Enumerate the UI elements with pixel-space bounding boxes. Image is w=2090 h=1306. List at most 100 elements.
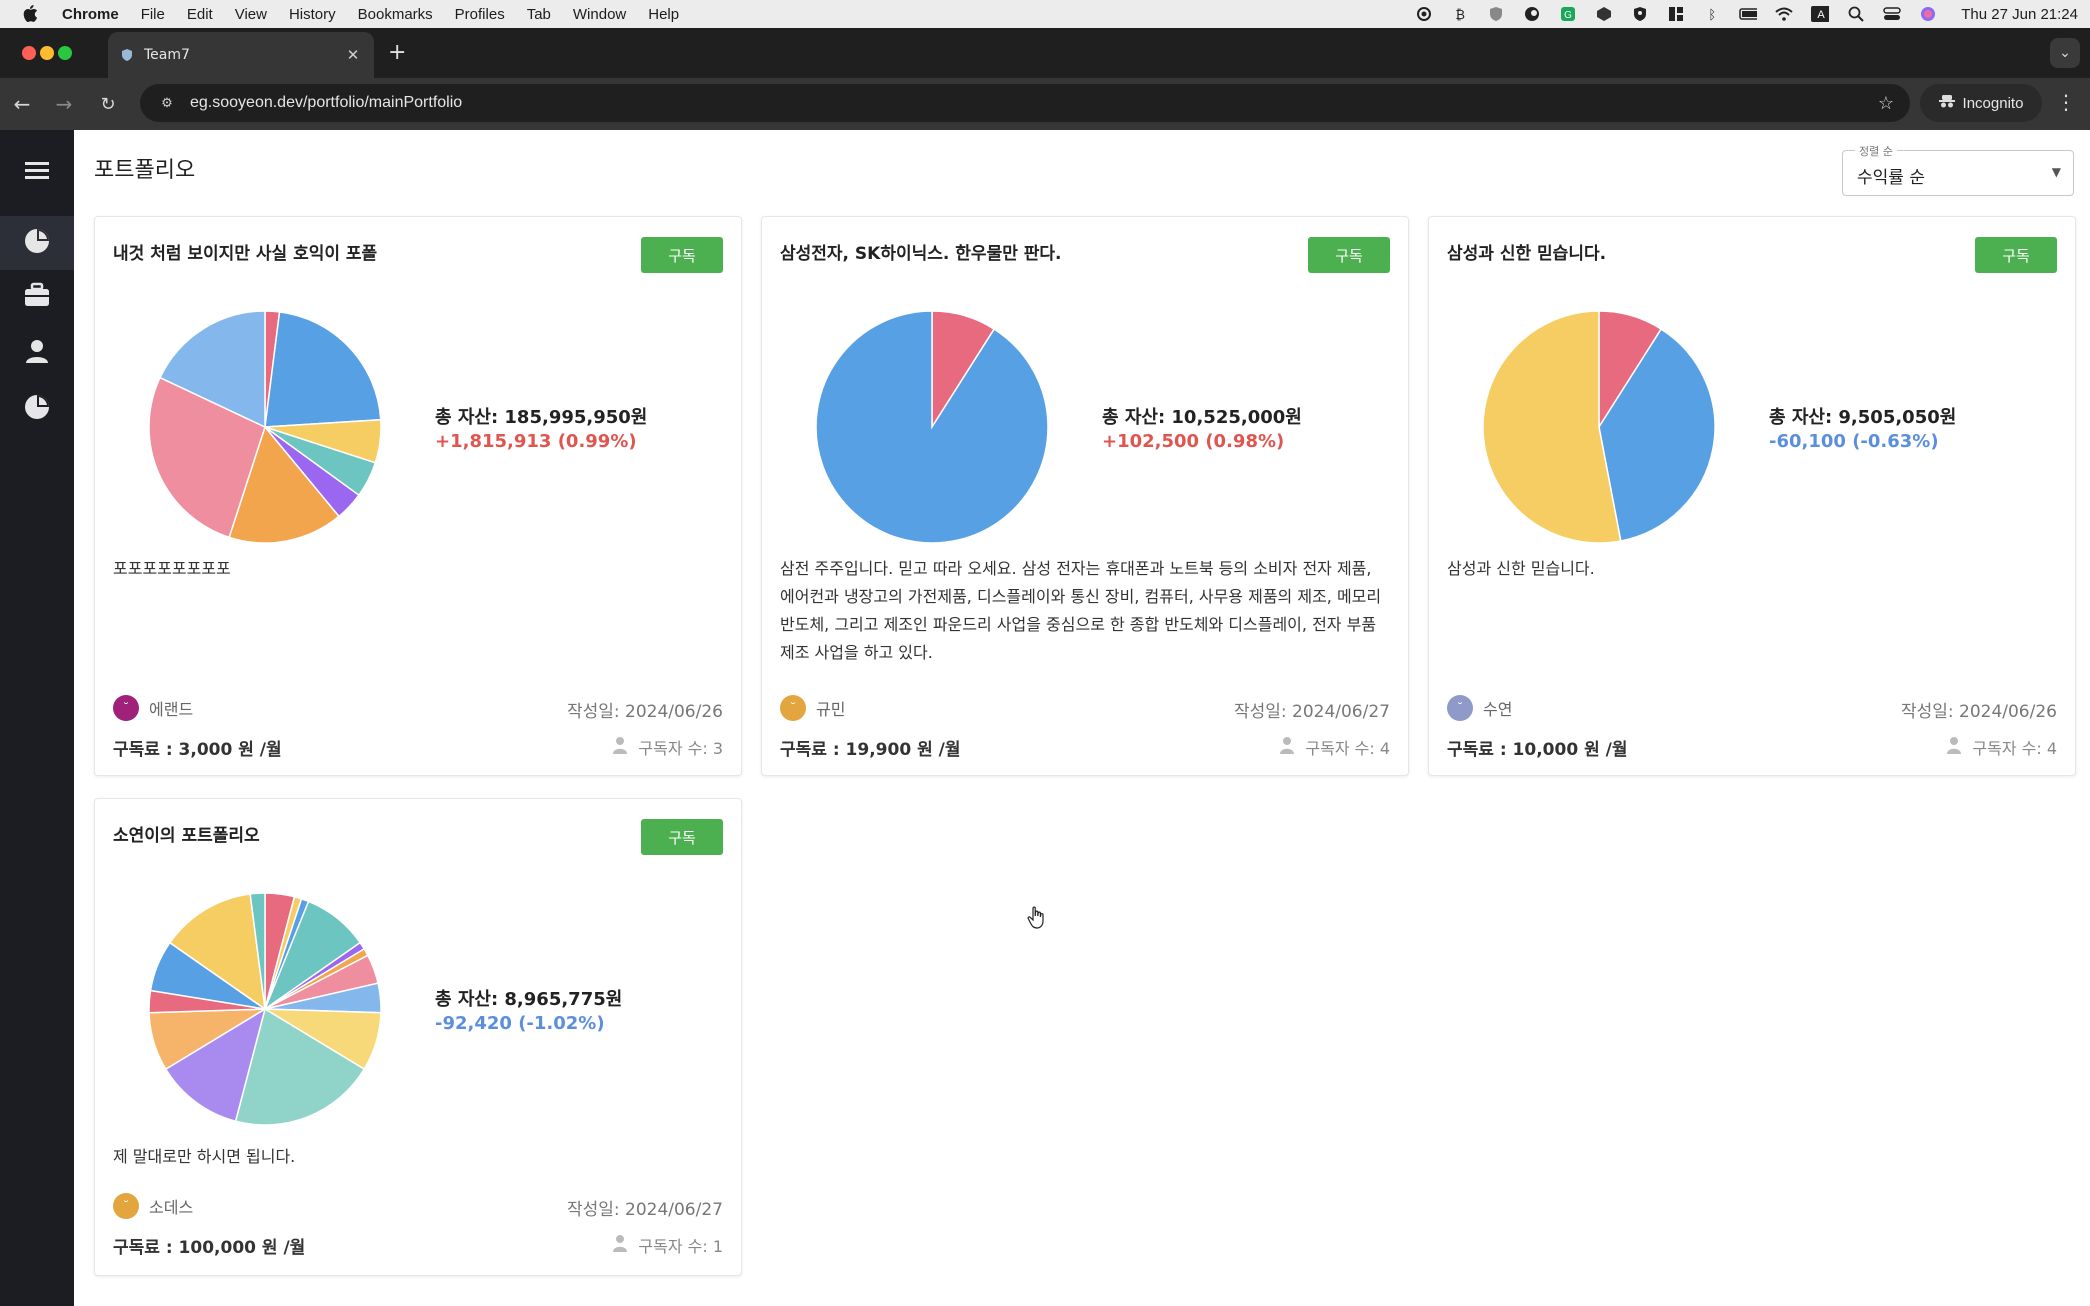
hand-cursor-icon [1027,906,1044,929]
hamburger-menu-icon[interactable] [22,155,52,185]
control-center-icon[interactable] [1883,6,1901,22]
subscribe-button[interactable]: 구독 [641,237,723,273]
subscriber-count: 구독자 수: 4 [1946,735,2057,759]
person-icon [1279,736,1295,758]
portfolio-card[interactable]: 삼성과 신한 믿습니다. 구독 총 자산: 9,505,050원 -60,100… [1428,216,2076,776]
status-area: ₿ G ᛒ A Thu 27 Jun 21:24 [1415,0,2078,28]
menu-app-name[interactable]: Chrome [62,6,119,23]
avatar: ˘ [1447,695,1473,721]
card-title[interactable]: 소연이의 포트폴리오 [113,821,260,846]
menu-tab[interactable]: Tab [527,6,551,23]
reload-button[interactable]: ↻ [94,90,122,118]
ring-icon[interactable] [1523,6,1541,22]
vpn-icon[interactable] [1631,6,1649,22]
pie-slice[interactable] [815,310,1049,544]
author[interactable]: ˘ 규민 [780,695,845,721]
author-name: 수연 [1483,700,1513,719]
asset-change: -92,420 (-1.02%) [435,1013,605,1034]
author[interactable]: ˘ 소데스 [113,1193,193,1219]
subscriber-count-text: 구독자 수: 1 [638,1237,723,1256]
person-icon [612,736,628,758]
menu-help[interactable]: Help [648,6,679,23]
created-date: 작성일: 2024/06/27 [1233,702,1390,722]
subscription-fee: 구독료 : 100,000 원 /월 [113,1238,306,1258]
tab-favicon-icon [120,48,134,62]
spotlight-icon[interactable] [1847,6,1865,22]
incognito-indicator[interactable]: Incognito [1920,84,2042,122]
portfolio-card[interactable]: 내것 처럼 보이지만 사실 호익이 포폴 구독 총 자산: 185,995,95… [94,216,742,776]
menu-profiles[interactable]: Profiles [455,6,505,23]
card-description: 제 말대로만 하시면 됩니다. [113,1147,296,1166]
sort-select-value[interactable]: 수익률 순 [1857,163,1925,188]
subscriber-count: 구독자 수: 4 [1279,735,1390,759]
author[interactable]: ˘ 수연 [1447,695,1512,721]
asset-change: -60,100 (-0.63%) [1769,431,1939,452]
tab-search-button[interactable]: ⌄ [2050,38,2080,68]
sidebar-item-profile[interactable] [0,326,74,380]
sidebar-item-portfolio[interactable] [0,216,74,270]
back-button[interactable]: ← [8,90,36,118]
menu-file[interactable]: File [141,6,165,23]
sidebar-item-analytics[interactable] [0,382,74,436]
total-assets: 총 자산: 9,505,050원 [1769,407,1957,428]
person-icon [1946,736,1962,758]
forward-button[interactable]: → [50,90,78,118]
author-name: 에랜드 [149,700,194,719]
portfolio-card[interactable]: 소연이의 포트폴리오 구독 총 자산: 8,965,775원 -92,420 (… [94,798,742,1276]
pie-chart-icon [23,393,51,425]
menu-window[interactable]: Window [573,6,626,23]
sort-select-label: 정렬 순 [1855,143,1897,159]
record-icon[interactable] [1415,6,1433,22]
window-minimize-button[interactable] [40,46,54,60]
address-bar[interactable]: ⚙ eg.sooyeon.dev/portfolio/mainPortfolio… [140,84,1910,122]
portfolio-pie-chart [148,892,382,1126]
apple-icon[interactable] [20,4,40,24]
grid-icon[interactable] [1667,6,1685,22]
menubar-clock[interactable]: Thu 27 Jun 21:24 [1961,6,2078,23]
portfolio-pie-chart [148,310,382,544]
bookmark-star-icon[interactable]: ☆ [1878,93,1894,114]
avatar: ˘ [113,695,139,721]
card-title[interactable]: 삼성전자, SK하이닉스. 한우물만 판다. [780,239,1062,264]
bluetooth-icon[interactable]: ᛒ [1703,6,1721,22]
menu-view[interactable]: View [235,6,267,23]
portfolio-card[interactable]: 삼성전자, SK하이닉스. 한우물만 판다. 구독 총 자산: 10,525,0… [761,216,1409,776]
app-root: 포트폴리오 정렬 순 수익률 순 ▼ 내것 처럼 보이지만 사실 호익이 포폴 … [0,130,2090,1306]
card-title[interactable]: 내것 처럼 보이지만 사실 호익이 포폴 [113,239,377,264]
chrome-menu-icon[interactable]: ⋮ [2056,90,2076,114]
subscribe-button[interactable]: 구독 [1308,237,1390,273]
pie-slice[interactable] [264,311,382,428]
incognito-label: Incognito [1962,94,2024,112]
browser-tab[interactable]: Team7 ✕ [108,32,374,78]
sort-select[interactable]: 정렬 순 수익률 순 ▼ [1842,143,2074,196]
grammarly-icon[interactable]: G [1559,6,1577,22]
close-tab-icon[interactable]: ✕ [344,46,362,64]
card-description: 삼전 주주입니다. 믿고 따라 오세요. 삼성 전자는 휴대폰과 노트북 등의 … [780,559,1382,662]
menu-bookmarks[interactable]: Bookmarks [358,6,433,23]
url-text[interactable]: eg.sooyeon.dev/portfolio/mainPortfolio [190,94,462,112]
window-close-button[interactable] [22,46,36,60]
wifi-icon[interactable] [1775,6,1793,22]
author-name: 규민 [816,700,846,719]
shield-icon[interactable] [1487,6,1505,22]
card-description: 포포포포포포포포 [113,559,231,578]
site-settings-icon[interactable]: ⚙ [156,92,178,114]
cube-icon[interactable] [1595,6,1613,22]
menu-history[interactable]: History [289,6,336,23]
window-zoom-button[interactable] [58,46,72,60]
subscribe-button[interactable]: 구독 [641,819,723,855]
portfolio-pie-chart [815,310,1049,544]
menu-edit[interactable]: Edit [187,6,213,23]
dropdown-arrow-icon[interactable]: ▼ [2052,165,2061,179]
subscribe-button[interactable]: 구독 [1975,237,2057,273]
new-tab-button[interactable]: + [388,40,406,65]
script-icon[interactable]: ₿ [1451,6,1469,22]
card-title[interactable]: 삼성과 신한 믿습니다. [1447,239,1606,264]
siri-icon[interactable] [1919,6,1937,22]
macos-menubar: Chrome File Edit View History Bookmarks … [0,0,2090,28]
subscriber-count-text: 구독자 수: 4 [1972,739,2057,758]
sidebar-item-briefcase[interactable] [0,270,74,324]
keyboard-a-icon[interactable]: A [1811,6,1830,22]
author[interactable]: ˘ 에랜드 [113,695,193,721]
asset-change: +102,500 (0.98%) [1102,431,1285,452]
